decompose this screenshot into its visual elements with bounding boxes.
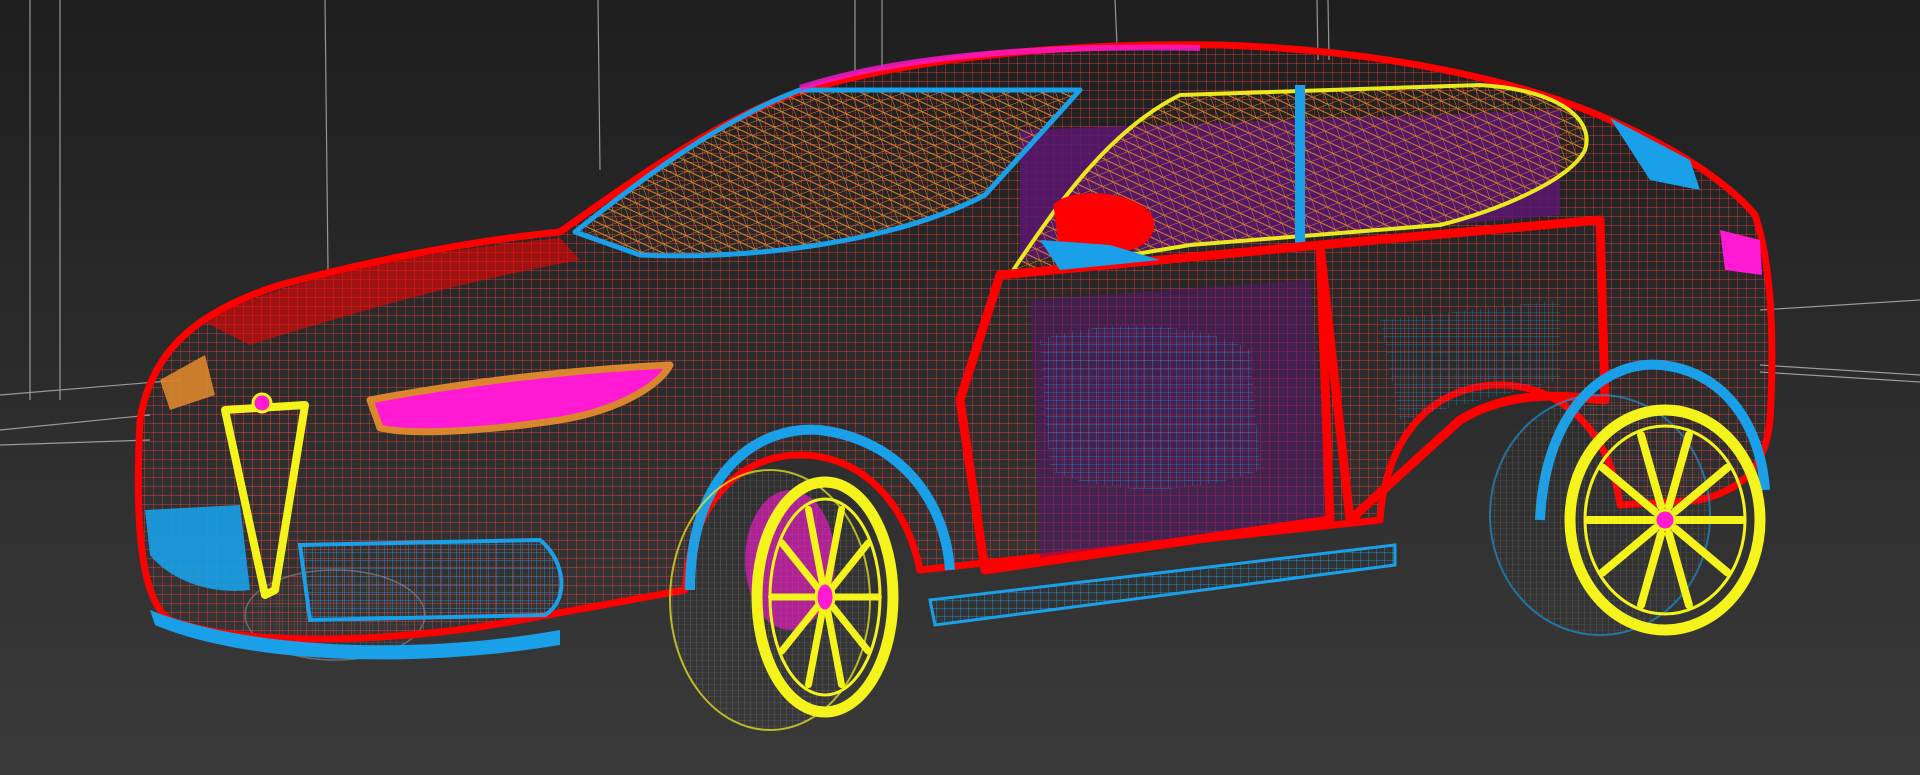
3d-viewport[interactable]	[0, 0, 1920, 775]
grille-badge	[251, 392, 273, 414]
seat-mesh	[1040, 326, 1260, 489]
center-air-intake	[297, 537, 564, 623]
wireframe-scene[interactable]	[0, 0, 1920, 775]
